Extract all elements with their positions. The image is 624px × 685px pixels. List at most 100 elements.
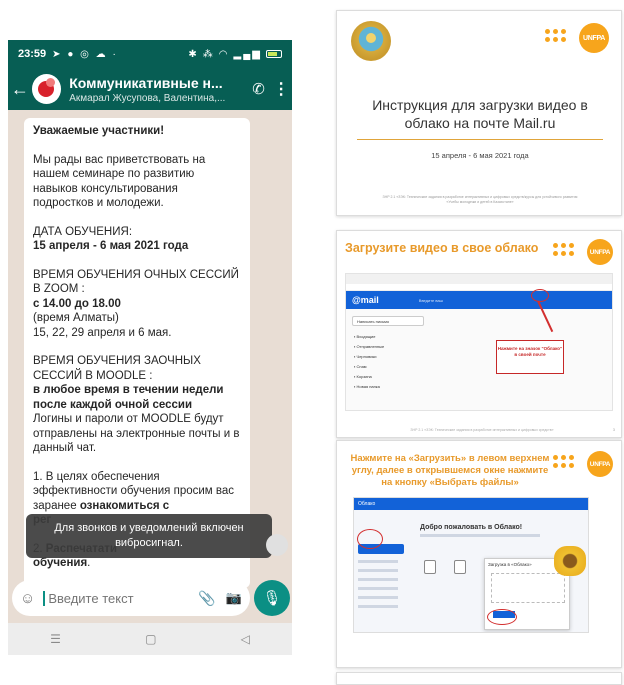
- slide-title[interactable]: UNFPA Инструкция для загрузки видео в об…: [336, 10, 622, 216]
- mail-logo: @mail: [352, 295, 379, 305]
- menu-icon[interactable]: ☰: [50, 632, 61, 646]
- android-nav-bar: ☰ ▢ ◁: [8, 623, 292, 655]
- status-left-icons: ➤ ● ◎ ☁ ·: [52, 49, 118, 60]
- signal-icon: ▂▄▆: [233, 48, 262, 60]
- chat-title: Коммуникативные н...: [69, 74, 223, 91]
- wifi-icon: ◠: [218, 48, 230, 60]
- vibration-toast: Для звонков и уведомлений включен виброс…: [26, 514, 272, 558]
- message-paragraph: Мы рады вас приветствовать на нашем семи…: [33, 153, 241, 211]
- home-icon[interactable]: ▢: [145, 632, 156, 646]
- unfpa-badge: UNFPA: [579, 23, 609, 53]
- cloud-tile-icon: [454, 560, 466, 574]
- emoji-icon[interactable]: ☺: [20, 590, 35, 607]
- message-text: в любое время в течении недели после каж…: [33, 384, 224, 411]
- add-call-icon[interactable]: ✆: [247, 80, 271, 98]
- cloud-welcome-sub: [420, 534, 540, 537]
- message-paragraph: ДАТА ОБУЧЕНИЯ: 15 апреля - 6 мая 2021 го…: [33, 225, 241, 254]
- cloud-callout: Нажмите на значок "Облако" в своей почте: [496, 340, 564, 374]
- more-options-icon[interactable]: ⋮: [270, 79, 292, 99]
- message-input-bar: ☺ 📎 📷: [12, 580, 250, 616]
- unfpa-badge: UNFPA: [587, 451, 613, 477]
- battery-icon: [266, 50, 282, 58]
- slide2-number: 3: [612, 427, 615, 432]
- scroll-down-button[interactable]: [266, 534, 288, 556]
- message-text: Логины и пароли от MOODLE будут отправле…: [33, 413, 240, 454]
- back-arrow-icon[interactable]: ←: [10, 79, 30, 100]
- mail-folder-item: ▪ Отправленные: [354, 344, 385, 349]
- slide-upload-button[interactable]: Нажмите на «Загрузить» в левом верхнем у…: [336, 440, 622, 668]
- instruction-slides: UNFPA Инструкция для загрузки видео в об…: [336, 10, 622, 685]
- mail-folders: ▪ Входящие ▪ Отправленные ▪ Черновики ▪ Спа…: [354, 332, 384, 392]
- message-text: 15 апреля - 6 мая 2021 года: [33, 240, 189, 252]
- message-paragraph: Уважаемые участники!: [33, 124, 241, 139]
- mail-screenshot: @mail Введите ваш Написать письмо ▪ Вход…: [345, 273, 613, 411]
- mail-search: Введите ваш: [418, 297, 443, 303]
- bluetooth-icon: ✱: [188, 48, 199, 60]
- browser-links-bar: [346, 284, 612, 291]
- cloud-tile-icon: [424, 560, 436, 574]
- microphone-button[interactable]: 🎙: [254, 580, 290, 616]
- slide1-date: 15 апреля - 6 мая 2021 года: [431, 151, 529, 160]
- mail-folder-item: ▪ Входящие: [354, 334, 376, 339]
- slide-upload-cloud[interactable]: Загрузите видео в свое облако UNFPA @mai…: [336, 230, 622, 438]
- group-avatar[interactable]: [31, 74, 62, 104]
- chat-icon: ●: [67, 48, 76, 60]
- message-paragraph: ВРЕМЯ ОБУЧЕНИЯ ЗАОЧНЫХ СЕССИЙ В MOODLE :…: [33, 354, 241, 456]
- unfpa-badge: UNFPA: [587, 239, 613, 265]
- cloud-icon: ☁: [95, 48, 108, 60]
- status-time: 23:59: [18, 48, 47, 60]
- upload-drop-area: [491, 573, 565, 603]
- instagram-icon: ◎: [80, 48, 91, 60]
- status-right-icons: ✱ ⁂ ◠ ▂▄▆: [188, 49, 282, 60]
- message-text: (время Алматы) 15, 22, 29 апреля и 6 мая…: [33, 312, 172, 339]
- message-text: ДАТА ОБУЧЕНИЯ:: [33, 225, 133, 238]
- back-icon[interactable]: ◁: [241, 632, 250, 646]
- slide1-title: Инструкция для загрузки видео в облако н…: [372, 97, 588, 131]
- message-text: ВРЕМЯ ОБУЧЕНИЯ ЗАОЧНЫХ СЕССИЙ В MOODLE :: [33, 355, 201, 382]
- message-text: обучения: [33, 557, 88, 569]
- unfpa-dots-icon: [553, 243, 583, 261]
- browser-address-bar: [346, 274, 612, 284]
- attach-icon[interactable]: 📎: [198, 590, 215, 607]
- mail-header: @mail Введите ваш: [346, 291, 612, 309]
- slide2-title: Загрузите видео в свое облако: [345, 241, 539, 255]
- status-bar: 23:59 ➤ ● ◎ ☁ · ✱ ⁂ ◠ ▂▄▆: [8, 40, 292, 68]
- microphone-icon: 🎙: [262, 590, 282, 607]
- mail-folder-item: ▪ Новая папка: [354, 384, 380, 389]
- cloud-screenshot: Облако Добро пожаловать в Облако! Загруз…: [353, 497, 589, 633]
- message-paragraph: ВРЕМЯ ОБУЧЕНИЯ ОЧНЫХ СЕССИЙ В ZOOM : с 1…: [33, 268, 241, 341]
- chat-header: ← Коммуникативные н... Акмарал Жусупова,…: [8, 68, 292, 110]
- slide3-title: Нажмите на «Загрузить» в левом верхнем у…: [350, 453, 550, 488]
- slide2-footer: ЗНР 2.1 «ЗЭК: Технические задания в разр…: [410, 428, 554, 432]
- unfpa-dots-icon: [553, 455, 583, 473]
- message-input[interactable]: [43, 590, 174, 606]
- slide1-footer: ЗНР 2.1 «ЗЭК: Технические задания в разр…: [382, 195, 578, 204]
- kazakhstan-emblem-icon: [351, 21, 391, 61]
- choose-files-highlight-ring: [487, 609, 517, 625]
- cloud-highlight-ring: [531, 289, 549, 302]
- slide-next[interactable]: [336, 672, 622, 685]
- message-text: ВРЕМЯ ОБУЧЕНИЯ ОЧНЫХ СЕССИЙ В ZOOM :: [33, 268, 239, 296]
- upload-highlight-ring: [357, 529, 383, 549]
- sunflower-icon: [554, 546, 586, 576]
- mail-folder-item: ▪ Спам: [354, 364, 367, 369]
- vibrate-icon: ⁂: [202, 48, 215, 60]
- cloud-header: Облако: [354, 498, 588, 510]
- phone-screen: 23:59 ➤ ● ◎ ☁ · ✱ ⁂ ◠ ▂▄▆ ← Коммуникатив…: [8, 40, 292, 655]
- unfpa-dots-icon: [545, 29, 575, 47]
- cloud-welcome: Добро пожаловать в Облако!: [420, 524, 523, 531]
- camera-icon[interactable]: 📷: [226, 590, 242, 606]
- slide1-divider: [357, 139, 603, 140]
- chat-participants: Акмарал Жусупова, Валентина,...: [69, 92, 226, 104]
- mail-folder-item: ▪ Черновики: [354, 354, 377, 359]
- unfpa-logo: UNFPA: [553, 239, 613, 265]
- message-text: Мы рады вас приветствовать на нашем семи…: [33, 153, 206, 210]
- message-text: Уважаемые участники!: [33, 125, 165, 137]
- chat-title-block[interactable]: Коммуникативные н... Акмарал Жусупова, В…: [69, 75, 246, 104]
- message-text: .: [87, 557, 91, 569]
